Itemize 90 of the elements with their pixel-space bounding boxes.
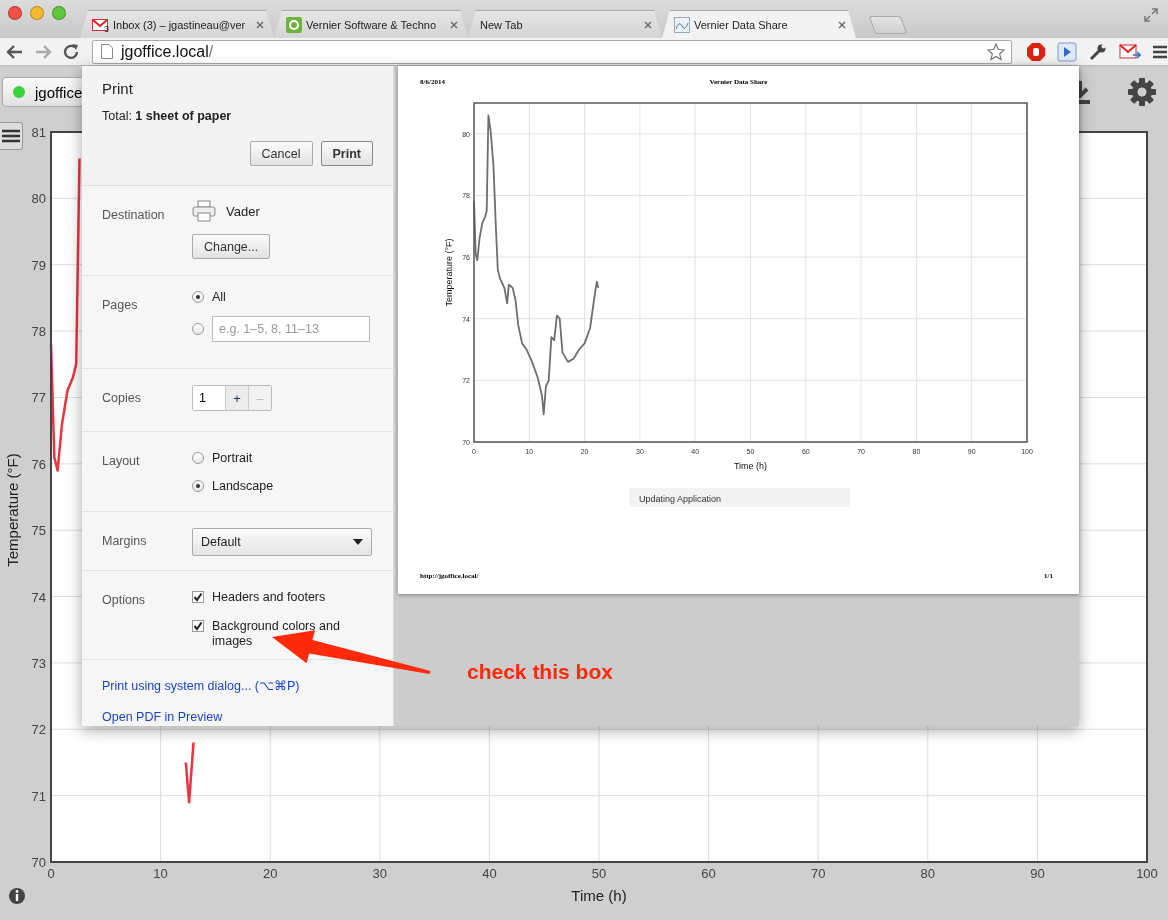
checkbox[interactable] [192, 591, 204, 603]
dialog-title: Print [102, 80, 134, 97]
section-label: Margins [102, 533, 148, 550]
y-tick-label: 80 [31, 191, 46, 207]
change-button[interactable]: Change... [192, 234, 271, 259]
close-icon[interactable] [256, 20, 264, 29]
y-tick-label: 77 [31, 390, 46, 406]
play-icon[interactable] [1057, 41, 1077, 62]
close-icon[interactable] [450, 20, 458, 29]
browser-tab[interactable]: Vernier Data Share [662, 10, 856, 38]
y-tick-label: 78 [31, 324, 46, 340]
x-tick-label: 10 [153, 866, 168, 881]
reload-icon[interactable] [62, 42, 80, 61]
page-range-field[interactable]: e.g. 1–5, 8, 11–13 [212, 316, 370, 342]
menu-icon[interactable] [1152, 43, 1168, 60]
x-tick-label: 40 [482, 866, 497, 881]
x-tick-label: 0 [47, 866, 55, 881]
tab-title: New Tab [480, 18, 524, 31]
dialog-link[interactable]: Print using system dialog... (⌥⌘P) [102, 678, 373, 693]
section-label: Pages [102, 297, 139, 314]
x-tick-label: 50 [591, 866, 607, 881]
x-tick-label: 90 [1030, 866, 1045, 881]
margins-dropdown[interactable]: Default [192, 528, 372, 556]
close-icon[interactable] [838, 20, 846, 29]
y-tick-label: 74 [31, 589, 46, 605]
sheet-total: Total: 1 sheet of paper [102, 109, 233, 123]
stop-hand-icon[interactable] [1026, 41, 1046, 62]
y-tick-label: 79 [31, 257, 46, 273]
y-tick-label: 71 [31, 788, 46, 804]
mail-icon[interactable] [1119, 42, 1141, 61]
notice-panel: Updating Application [629, 488, 850, 507]
tab-title: Inbox (3) – jgastineau@ver [113, 18, 247, 31]
star-icon[interactable] [987, 42, 1005, 61]
url-host: jgoffice.local [121, 42, 209, 60]
x-axis-title: Time (h) [733, 461, 768, 471]
section-label: Copies [102, 390, 142, 407]
y-tick-label: 76 [31, 456, 46, 472]
close-window-button[interactable] [8, 6, 22, 20]
x-tick-label: 30 [372, 866, 388, 881]
browser-tab[interactable]: 3 Inbox (3) – jgastineau@ver [80, 10, 274, 38]
section-label: Options [102, 592, 147, 609]
info-icon[interactable] [9, 888, 25, 904]
fullscreen-icon[interactable] [1144, 8, 1158, 22]
browser-tab[interactable]: Vernier Software & Techno [274, 10, 468, 38]
radio-label: Landscape [212, 479, 274, 493]
back-icon[interactable] [6, 43, 24, 60]
dialog-link[interactable]: Open PDF in Preview [102, 710, 373, 724]
radio-label: All [212, 290, 226, 304]
browser-tab[interactable]: New Tab [468, 10, 662, 38]
x-tick-label: 60 [701, 866, 716, 881]
x-axis-title: Time (h) [571, 887, 627, 904]
checkbox-label: Headers and footers [212, 590, 327, 605]
checkbox[interactable] [192, 620, 204, 632]
radio-button[interactable] [192, 323, 204, 335]
y-tick-label: 70 [31, 855, 46, 870]
caret-icon [353, 539, 363, 545]
y-tick-label: 75 [31, 523, 46, 539]
graph-icon [674, 16, 690, 33]
gear-logo-icon [286, 16, 302, 33]
tab-title: Vernier Software & Techno [306, 18, 438, 31]
section-label: Destination [102, 207, 166, 224]
tab-title: Vernier Data Share [694, 18, 789, 31]
address-bar[interactable]: jgoffice.local/ [92, 39, 1012, 64]
unread-count: 3 [104, 23, 109, 34]
page-icon [101, 44, 113, 59]
y-axis-title: Temperature (°F) [444, 238, 454, 307]
radio-button[interactable] [192, 452, 204, 464]
y-tick-label: 73 [31, 655, 46, 671]
printer-name: Vader [226, 203, 260, 219]
y-axis-title: Temperature (°F) [4, 453, 21, 567]
y-tick-label: 72 [31, 722, 46, 738]
x-tick-label: 70 [810, 866, 826, 881]
close-icon[interactable] [644, 20, 652, 29]
radio-label: Portrait [212, 451, 253, 465]
printer-icon [192, 200, 216, 222]
print-button[interactable]: Print [320, 141, 373, 166]
radio-button[interactable] [192, 480, 204, 492]
checkbox-label: Background colors and images [212, 619, 341, 649]
y-tick-label: 81 [31, 125, 46, 140]
cancel-button[interactable]: Cancel [249, 141, 313, 166]
radio-button[interactable] [192, 291, 204, 303]
menu-button[interactable] [0, 122, 23, 150]
annotation-text: check this box [467, 660, 613, 684]
url-path: / [208, 42, 214, 60]
x-tick-label: 80 [920, 866, 936, 881]
envelope-icon [92, 18, 108, 31]
settings-icon[interactable] [1128, 78, 1156, 106]
x-tick-label: 100 [1136, 866, 1158, 881]
x-tick-label: 20 [262, 866, 278, 881]
section-label: Layout [102, 453, 141, 470]
